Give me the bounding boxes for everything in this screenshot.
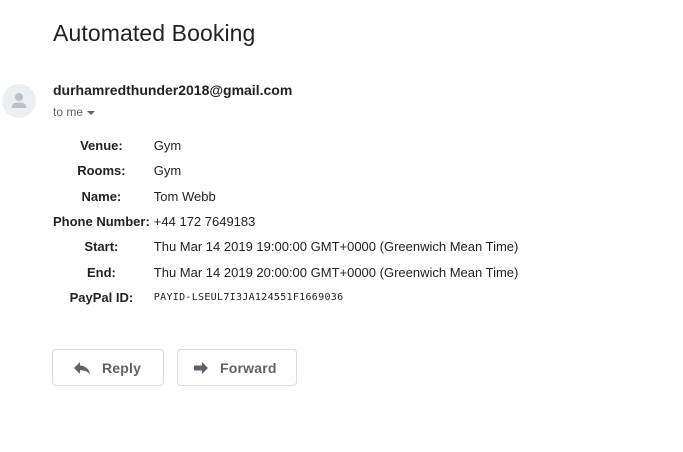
sender-email[interactable]: durhamredthunder2018@gmail.com — [53, 82, 292, 98]
recipient-label: to me — [53, 105, 84, 119]
email-view: Automated Booking durhamredthunder2018@g… — [0, 0, 683, 452]
detail-row-venue: Venue: Gym — [53, 133, 518, 158]
forward-label: Forward — [220, 359, 277, 376]
recipient-toggle[interactable]: to me — [53, 105, 96, 119]
detail-label: Venue: — [80, 138, 123, 154]
detail-label: Name: — [81, 188, 122, 204]
detail-row-rooms: Rooms: Gym — [53, 158, 518, 183]
detail-label: End: — [86, 264, 116, 280]
avatar — [2, 84, 36, 118]
email-subject: Automated Booking — [53, 20, 256, 46]
detail-row-name: Name: Tom Webb — [53, 184, 518, 209]
detail-value: Gym — [153, 163, 182, 179]
caret-down-icon[interactable] — [87, 110, 96, 115]
detail-label: Rooms: — [77, 163, 126, 179]
forward-button[interactable]: Forward — [177, 349, 297, 386]
detail-label: Phone Number: — [53, 214, 150, 230]
detail-label: Start: — [84, 239, 119, 255]
reply-arrow-icon — [73, 361, 91, 375]
detail-value: PAYID-LSEUL7I3JA124551F1669036 — [153, 291, 344, 303]
reply-label: Reply — [102, 359, 142, 376]
detail-row-phone: Phone Number: +44 172 7649183 — [53, 209, 518, 234]
detail-row-start: Start: Thu Mar 14 2019 19:00:00 GMT+0000… — [53, 234, 518, 259]
detail-value: Gym — [153, 138, 182, 154]
detail-value: Tom Webb — [153, 188, 216, 204]
reply-button[interactable]: Reply — [52, 349, 164, 386]
detail-value: Thu Mar 14 2019 19:00:00 GMT+0000 (Green… — [153, 239, 519, 255]
detail-value[interactable]: +44 172 7649183 — [154, 209, 519, 234]
detail-row-paypal: PayPal ID: PAYID-LSEUL7I3JA124551F166903… — [53, 285, 518, 310]
detail-row-end: End: Thu Mar 14 2019 20:00:00 GMT+0000 (… — [53, 259, 518, 284]
detail-value: Thu Mar 14 2019 20:00:00 GMT+0000 (Green… — [153, 264, 519, 280]
forward-arrow-icon — [193, 361, 209, 375]
booking-details-table: Venue: Gym Rooms: Gym Name: Tom Webb Pho… — [53, 133, 518, 310]
detail-label: PayPal ID: — [69, 289, 134, 305]
person-icon — [11, 93, 27, 108]
